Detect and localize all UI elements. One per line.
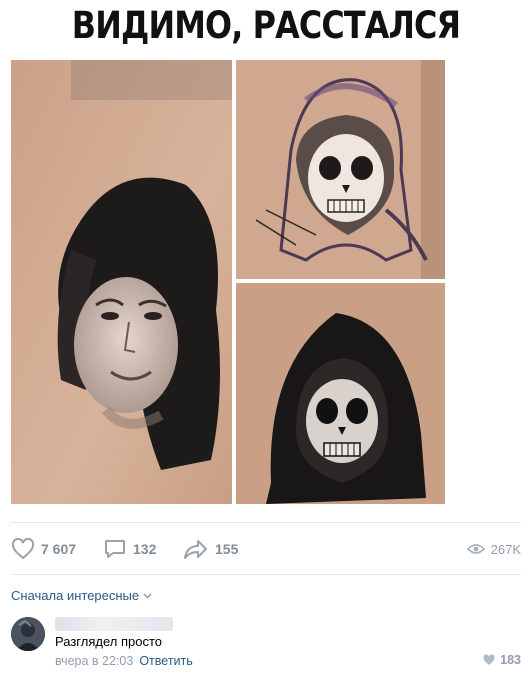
heart-icon xyxy=(483,654,495,665)
post-actions-bar: 7 607 132 155 267K xyxy=(11,536,521,562)
divider xyxy=(11,522,521,523)
reply-link[interactable]: Ответить xyxy=(139,654,192,668)
comments-sort-dropdown[interactable]: Сначала интересные xyxy=(11,588,152,603)
divider xyxy=(11,574,521,575)
comment-text: Разглядел просто xyxy=(55,634,162,649)
chevron-down-icon xyxy=(143,593,152,598)
comment-count: 132 xyxy=(133,541,157,557)
heart-icon xyxy=(11,538,35,560)
commenter-name-blurred xyxy=(55,617,173,631)
comment-icon xyxy=(105,540,125,558)
share-count: 155 xyxy=(215,541,239,557)
eye-icon xyxy=(466,544,485,554)
share-button[interactable]: 155 xyxy=(183,536,238,562)
post-caption: ВИДИМО, РАССТАЛСЯ xyxy=(71,4,461,47)
comment-like-button[interactable]: 183 xyxy=(482,653,521,667)
photo-grid xyxy=(11,60,445,504)
comment-button[interactable]: 132 xyxy=(103,536,156,562)
views-counter: 267K xyxy=(466,536,521,562)
like-button[interactable]: 7 607 xyxy=(11,536,76,562)
sort-label: Сначала интересные xyxy=(11,588,140,603)
like-count: 7 607 xyxy=(41,541,77,557)
avatar[interactable] xyxy=(11,617,45,651)
share-icon xyxy=(184,540,207,559)
comment-like-count: 183 xyxy=(500,653,521,667)
girl-portrait-tattoo-image[interactable] xyxy=(11,60,232,504)
sketch-skull-tattoo-image[interactable] xyxy=(236,60,445,279)
grim-reaper-tattoo-image[interactable] xyxy=(236,283,445,504)
comment-meta: вчера в 22:03 Ответить xyxy=(55,654,193,668)
comment-time[interactable]: вчера в 22:03 xyxy=(55,654,133,668)
views-count: 267K xyxy=(490,541,521,557)
